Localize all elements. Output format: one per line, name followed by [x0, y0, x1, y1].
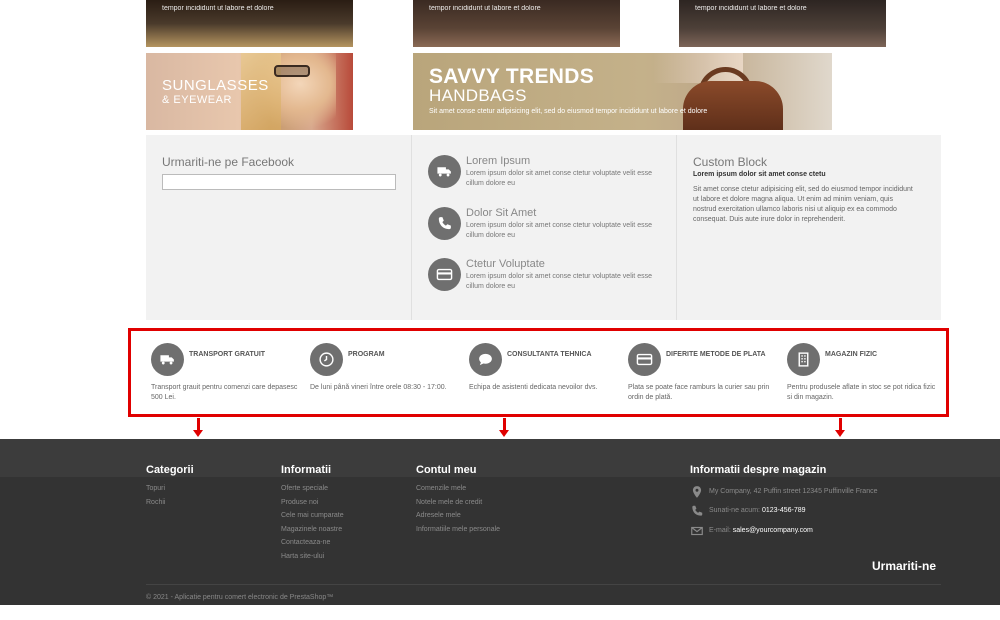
annotation-arrow — [193, 418, 203, 437]
banner-top-3[interactable]: tempor incididunt ut labore et dolore — [679, 0, 886, 47]
banner-top-1-text: tempor incididunt ut labore et dolore — [162, 5, 274, 12]
service-item: MAGAZIN FIZIC Pentru produsele aflate in… — [767, 343, 935, 413]
footer-categories-title: Categorii — [146, 464, 194, 476]
feature-title: Lorem Ipsum — [466, 155, 531, 167]
sunglasses-shape — [274, 65, 310, 77]
service-title: PROGRAM — [348, 351, 385, 358]
facebook-column: Urmariti-ne pe Facebook — [146, 135, 411, 320]
feature-desc: Lorem ipsum dolor sit amet conse ctetur … — [466, 170, 652, 187]
store-address-text: My Company, 42 Puffin street 12345 Puffi… — [709, 488, 878, 495]
custom-block-column: Custom Block Lorem ipsum dolor sit amet … — [677, 135, 941, 320]
building-icon — [787, 343, 820, 376]
footer-account: Contul meu Comenzile mele Notele mele de… — [416, 464, 500, 536]
annotation-arrow — [835, 418, 845, 437]
feature-title: Dolor Sit Amet — [466, 207, 537, 219]
info-section: Urmariti-ne pe Facebook Lorem Ipsum Lore… — [146, 135, 941, 320]
footer-link[interactable]: Adresele mele — [416, 509, 500, 523]
footer-link[interactable]: Topuri — [146, 482, 194, 496]
store-email-link[interactable]: sales@yourcompany.com — [733, 527, 813, 534]
banner-sunglasses-subtitle: & EYEWEAR — [162, 94, 232, 106]
footer-store-title: Informatii despre magazin — [690, 464, 827, 476]
phone-icon — [692, 505, 703, 516]
footer-info-title: Informatii — [281, 464, 332, 476]
banner-top-3-text: tempor incididunt ut labore et dolore — [695, 5, 807, 12]
custom-block-title: Custom Block — [693, 155, 768, 169]
credit-card-icon — [628, 343, 661, 376]
footer-link[interactable]: Harta site-ului — [281, 550, 344, 564]
footer-link[interactable]: Rochii — [146, 496, 194, 510]
footer-link[interactable]: Comenzile mele — [416, 482, 500, 496]
store-phone-number[interactable]: 0123-456-789 — [762, 507, 806, 514]
footer-link[interactable]: Cele mai cumparate — [281, 509, 344, 523]
service-item: DIFERITE METODE DE PLATA Plata se poate … — [608, 343, 769, 413]
custom-block-body: Sit amet conse ctetur adipisicing elit, … — [693, 186, 913, 223]
footer: Categorii Topuri Rochii Informatii Ofert… — [0, 439, 1000, 605]
banner-handbags-desc: Sit amet conse ctetur adipisicing elit, … — [429, 108, 708, 115]
banner-sunglasses[interactable]: SUNGLASSES & EYEWEAR — [146, 53, 353, 130]
map-marker-icon — [692, 486, 702, 498]
footer-link[interactable]: Notele mele de credit — [416, 496, 500, 510]
feature-title: Ctetur Voluptate — [466, 258, 545, 270]
store-email-line: E-mail: sales@yourcompany.com — [709, 527, 813, 534]
service-title: CONSULTANTA TEHNICA — [507, 351, 592, 358]
banner-top-1[interactable]: tempor incididunt ut labore et dolore — [146, 0, 353, 47]
footer-link[interactable]: Informatiile mele personale — [416, 523, 500, 537]
footer-store-info: Informatii despre magazin My Company, 42… — [690, 464, 940, 564]
facebook-widget[interactable] — [162, 174, 396, 190]
truck-icon — [428, 155, 461, 188]
banner-handbags[interactable]: SAVVY TRENDS HANDBAGS Sit amet conse cte… — [413, 53, 832, 130]
footer-account-title: Contul meu — [416, 464, 477, 476]
store-email-label: E-mail: — [709, 527, 731, 534]
store-phone-label: Sunati-ne acum: — [709, 507, 760, 514]
credit-card-icon — [428, 258, 461, 291]
footer-divider — [146, 584, 941, 585]
footer-categories: Categorii Topuri Rochii — [146, 464, 194, 509]
phone-icon — [428, 207, 461, 240]
service-title: TRANSPORT GRATUIT — [189, 351, 266, 358]
banner-top-2[interactable]: tempor incididunt ut labore et dolore — [413, 0, 620, 47]
copyright-text[interactable]: © 2021 - Aplicatie pentru comert electro… — [146, 594, 333, 601]
footer-link[interactable]: Produse noi — [281, 496, 344, 510]
service-desc: Pentru produsele aflate in stoc se pot r… — [787, 384, 936, 401]
follow-us-title: Urmariti-ne — [872, 559, 937, 573]
service-title: DIFERITE METODE DE PLATA — [666, 351, 766, 358]
banner-sunglasses-title: SUNGLASSES — [162, 77, 269, 94]
clock-icon — [310, 343, 343, 376]
service-title: MAGAZIN FIZIC — [825, 351, 878, 358]
services-highlight-box: TRANSPORT GRATUIT Transport grauit pentr… — [128, 328, 949, 417]
feature-desc: Lorem ipsum dolor sit amet conse ctetur … — [466, 222, 652, 239]
footer-link[interactable]: Contacteaza-ne — [281, 536, 344, 550]
footer-info: Informatii Oferte speciale Produse noi C… — [281, 464, 344, 564]
handbag-shape — [683, 81, 783, 130]
service-desc: Transport grauit pentru comenzi care dep… — [151, 384, 298, 401]
footer-link[interactable]: Magazinele noastre — [281, 523, 344, 537]
service-item: CONSULTANTA TEHNICA Echipa de asistenti … — [449, 343, 609, 413]
service-desc: De luni până vineri între orele 08:30 - … — [310, 384, 447, 391]
service-desc: Plata se poate face ramburs la curier sa… — [628, 384, 770, 401]
features-column: Lorem Ipsum Lorem ipsum dolor sit amet c… — [411, 135, 677, 320]
footer-link[interactable]: Oferte speciale — [281, 482, 344, 496]
facebook-title: Urmariti-ne pe Facebook — [162, 155, 295, 169]
banner-top-2-text: tempor incididunt ut labore et dolore — [429, 5, 541, 12]
envelope-icon — [691, 526, 703, 536]
banner-handbags-subtitle: HANDBAGS — [429, 86, 527, 105]
service-desc: Echipa de asistenti dedicata nevoilor dv… — [469, 384, 598, 391]
store-phone-line: Sunati-ne acum: 0123-456-789 — [709, 507, 806, 514]
service-item: TRANSPORT GRATUIT Transport grauit pentr… — [131, 343, 297, 413]
annotation-arrow — [499, 418, 509, 437]
custom-block-subtitle: Lorem ipsum dolor sit amet conse ctetu — [693, 171, 826, 178]
chat-icon — [469, 343, 502, 376]
feature-desc: Lorem ipsum dolor sit amet conse ctetur … — [466, 273, 652, 290]
service-item: PROGRAM De luni până vineri între orele … — [290, 343, 450, 413]
truck-icon — [151, 343, 184, 376]
